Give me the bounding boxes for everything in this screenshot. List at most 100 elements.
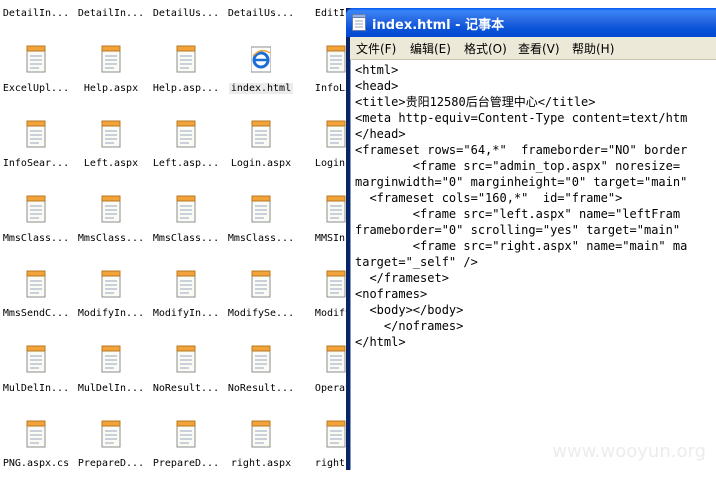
file-label: PNG.aspx.cs xyxy=(2,458,70,469)
text-file-icon xyxy=(326,45,346,73)
file-item[interactable]: NoResult... xyxy=(150,345,222,415)
text-file-icon xyxy=(326,120,346,148)
text-file-icon xyxy=(101,45,121,73)
text-file-icon xyxy=(326,195,346,223)
file-item[interactable]: ModifyIn... xyxy=(150,270,222,340)
file-label: DetailIn... xyxy=(77,8,145,19)
window-title: index.html - 记事本 xyxy=(372,18,505,33)
text-file-icon xyxy=(101,120,121,148)
file-item[interactable]: DetailIn... xyxy=(75,0,147,40)
file-label: ModifyIn... xyxy=(77,308,145,319)
file-item[interactable]: PNG.aspx.cs xyxy=(0,420,72,490)
menu-edit[interactable]: 编辑(E) xyxy=(410,40,451,57)
file-label: MmsClass... xyxy=(227,233,295,244)
file-item[interactable]: NoResult... xyxy=(225,345,297,415)
text-file-icon xyxy=(26,270,46,298)
text-file-icon xyxy=(26,120,46,148)
text-file-icon xyxy=(26,420,46,448)
file-item[interactable]: Help.aspx xyxy=(75,45,147,115)
menu-view[interactable]: 查看(V) xyxy=(518,40,560,57)
text-file-icon xyxy=(101,420,121,448)
text-file-icon xyxy=(251,120,271,148)
file-item[interactable]: ModifyIn... xyxy=(75,270,147,340)
file-label: PrepareD... xyxy=(152,458,220,469)
text-file-icon xyxy=(176,120,196,148)
file-label: Left.aspx xyxy=(83,158,139,169)
file-label: DetailUs... xyxy=(227,8,295,19)
menu-help[interactable]: 帮助(H) xyxy=(572,40,614,57)
watermark: www.wooyun.org xyxy=(552,441,706,462)
text-file-icon xyxy=(326,270,346,298)
file-label: right.aspx xyxy=(230,458,292,469)
file-label: MulDelIn... xyxy=(2,383,70,394)
file-label: Help.asp... xyxy=(152,83,220,94)
menu-bar: 文件(F) 编辑(E) 格式(O) 查看(V) 帮助(H) xyxy=(350,37,716,60)
file-content: <html> <head> <title>贵阳12580后台管理中心</titl… xyxy=(355,63,688,349)
file-item[interactable]: Left.asp... xyxy=(150,120,222,190)
text-file-icon xyxy=(326,345,346,373)
file-item[interactable]: ModifySe... xyxy=(225,270,297,340)
file-label: ModifyIn... xyxy=(152,308,220,319)
file-label: ExcelUpl... xyxy=(2,83,70,94)
file-label: NoResult... xyxy=(227,383,295,394)
html-file-icon xyxy=(251,46,271,73)
file-label: MmsClass... xyxy=(2,233,70,244)
file-explorer-pane: DetailIn... DetailIn... DetailUs... DetailU… xyxy=(0,0,357,469)
file-item[interactable]: PrepareD... xyxy=(150,420,222,490)
file-label: MmsClass... xyxy=(152,233,220,244)
menu-file[interactable]: 文件(F) xyxy=(356,40,396,57)
text-file-icon xyxy=(101,345,121,373)
file-item[interactable]: MmsClass... xyxy=(150,195,222,265)
text-file-icon xyxy=(176,195,196,223)
text-file-icon xyxy=(101,270,121,298)
file-item[interactable]: InfoSear... xyxy=(0,120,72,190)
file-label: Help.aspx xyxy=(83,83,139,94)
file-item[interactable]: MmsClass... xyxy=(75,195,147,265)
file-label: index.html xyxy=(228,83,294,94)
text-file-icon xyxy=(26,195,46,223)
file-item[interactable]: MulDelIn... xyxy=(0,345,72,415)
file-label: NoResult... xyxy=(152,383,220,394)
notepad-icon xyxy=(352,14,366,31)
file-item[interactable]: MmsClass... xyxy=(225,195,297,265)
text-file-icon xyxy=(26,345,46,373)
file-item[interactable]: DetailIn... xyxy=(0,0,72,40)
title-bar[interactable]: index.html - 记事本 xyxy=(346,8,716,37)
text-file-icon xyxy=(176,270,196,298)
text-file-icon xyxy=(26,45,46,73)
file-item[interactable]: Login.aspx xyxy=(225,120,297,190)
file-item[interactable]: DetailUs... xyxy=(150,0,222,40)
file-label: Left.asp... xyxy=(152,158,220,169)
text-file-icon xyxy=(101,195,121,223)
text-file-icon xyxy=(251,270,271,298)
file-label: MulDelIn... xyxy=(77,383,145,394)
file-label: PrepareD... xyxy=(77,458,145,469)
text-file-icon xyxy=(251,420,271,448)
file-item[interactable]: MmsClass... xyxy=(0,195,72,265)
text-file-icon xyxy=(176,420,196,448)
file-item[interactable]: ExcelUpl... xyxy=(0,45,72,115)
notepad-window: index.html - 记事本 文件(F) 编辑(E) 格式(O) 查看(V)… xyxy=(346,8,716,470)
text-file-icon xyxy=(251,195,271,223)
file-item[interactable]: index.html xyxy=(225,45,297,115)
file-label: MmsSendC... xyxy=(2,308,70,319)
file-item[interactable]: DetailUs... xyxy=(225,0,297,40)
file-item[interactable]: MulDelIn... xyxy=(75,345,147,415)
text-editor-area[interactable]: <html> <head> <title>贵阳12580后台管理中心</titl… xyxy=(350,60,716,470)
file-label: Login.aspx xyxy=(230,158,292,169)
text-file-icon xyxy=(176,345,196,373)
file-label: ModifySe... xyxy=(227,308,295,319)
file-label: DetailUs... xyxy=(152,8,220,19)
file-item[interactable]: Help.asp... xyxy=(150,45,222,115)
file-item[interactable]: MmsSendC... xyxy=(0,270,72,340)
text-file-icon xyxy=(326,420,346,448)
file-label: InfoSear... xyxy=(2,158,70,169)
menu-format[interactable]: 格式(O) xyxy=(464,40,507,57)
text-file-icon xyxy=(251,345,271,373)
file-item[interactable]: PrepareD... xyxy=(75,420,147,490)
file-item[interactable]: right.aspx xyxy=(225,420,297,490)
file-label: MmsClass... xyxy=(77,233,145,244)
text-file-icon xyxy=(176,45,196,73)
file-label: DetailIn... xyxy=(2,8,70,19)
file-item[interactable]: Left.aspx xyxy=(75,120,147,190)
